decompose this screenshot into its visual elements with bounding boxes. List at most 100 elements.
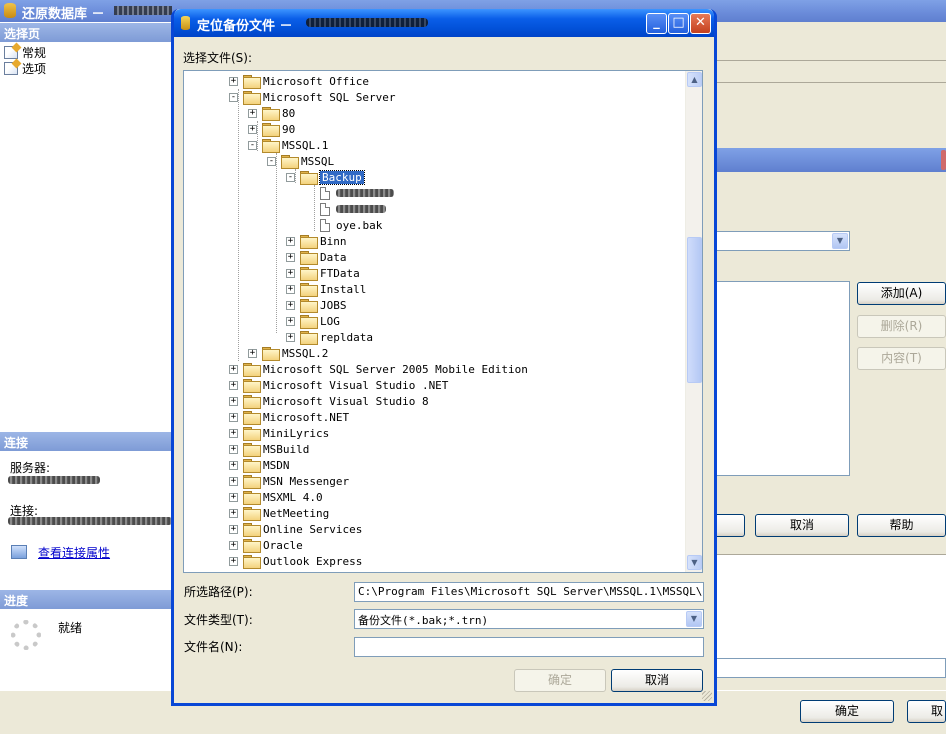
file-tree[interactable]: + Microsoft Office - Microsoft SQL Server +8…	[183, 70, 703, 573]
expand-icon[interactable]: +	[248, 108, 257, 118]
tree-folder-item[interactable]: + MSXML 4.0	[229, 489, 323, 505]
tree-folder-item[interactable]: + Oracle	[229, 537, 303, 553]
background-combo[interactable]: ▼	[716, 231, 850, 251]
tree-folder-item[interactable]: + Microsoft Office	[229, 73, 369, 89]
expand-icon[interactable]: +	[229, 412, 238, 422]
tree-folder-item[interactable]: + Microsoft.NET	[229, 409, 349, 425]
expand-icon[interactable]: +	[286, 316, 295, 326]
remove-button[interactable]: 删除(R)	[857, 315, 946, 338]
tree-item-label: FTData	[320, 266, 360, 280]
scroll-down-icon[interactable]: ▼	[687, 555, 702, 570]
expand-icon[interactable]: +	[229, 76, 238, 86]
expand-icon[interactable]: +	[286, 300, 295, 310]
resize-grip-icon[interactable]	[702, 691, 712, 701]
collapse-icon[interactable]: -	[267, 156, 276, 166]
contents-button[interactable]: 内容(T)	[857, 347, 946, 370]
tree-folder-item[interactable]: + JOBS	[286, 297, 347, 313]
tree-folder-item[interactable]: + MSN Messenger	[229, 473, 349, 489]
tree-file-item[interactable]	[319, 201, 386, 217]
file-name-input[interactable]	[354, 637, 704, 657]
tree-file-item[interactable]: oye.bak	[319, 217, 382, 233]
expand-icon[interactable]: +	[286, 332, 295, 342]
file-type-select[interactable]: 备份文件(*.bak;*.trn) ▼	[354, 609, 704, 629]
ok-button[interactable]: 确定	[514, 669, 606, 692]
expand-icon[interactable]: +	[229, 508, 238, 518]
tree-folder-item[interactable]: - Microsoft SQL Server	[229, 89, 395, 105]
tree-item-label: MSXML 4.0	[263, 490, 323, 504]
folder-icon	[243, 75, 261, 89]
tree-folder-item[interactable]: +90	[248, 121, 295, 137]
background-white-area	[716, 554, 946, 658]
tree-folder-item[interactable]: + Install	[286, 281, 366, 297]
tree-folder-item[interactable]: - MSSQL.1	[248, 137, 328, 153]
tree-folder-item[interactable]: - MSSQL	[267, 153, 334, 169]
tree-folder-item[interactable]: + MSBuild	[229, 441, 309, 457]
expand-icon[interactable]: +	[229, 428, 238, 438]
expand-icon[interactable]: +	[229, 396, 238, 406]
partial-close-icon	[941, 150, 946, 170]
tree-folder-item[interactable]: + MSSQL.2	[248, 345, 328, 361]
tree-folder-item[interactable]: - Backup	[286, 169, 365, 185]
tree-folder-item[interactable]: + Outlook Express	[229, 553, 362, 569]
tree-item-label: JOBS	[320, 298, 347, 312]
tree-folder-item[interactable]: + Microsoft SQL Server 2005 Mobile Editio…	[229, 361, 528, 377]
expand-icon[interactable]: +	[248, 348, 257, 358]
file-name-label: 文件名(N):	[184, 640, 243, 654]
expand-icon[interactable]: +	[229, 364, 238, 374]
tree-folder-item[interactable]: + Microsoft Visual Studio 8	[229, 393, 429, 409]
tree-folder-item[interactable]: + Data	[286, 249, 347, 265]
collapse-icon[interactable]: -	[229, 92, 238, 102]
bottom-cancel-button-partial[interactable]: 取	[907, 700, 946, 723]
tree-folder-item[interactable]: + FTData	[286, 265, 360, 281]
tree-folder-item[interactable]: + Online Services	[229, 521, 362, 537]
tree-folder-item[interactable]: + MiniLyrics	[229, 425, 329, 441]
expand-icon[interactable]: +	[286, 236, 295, 246]
tree-folder-item[interactable]: + NetMeeting	[229, 505, 329, 521]
selected-path-field[interactable]: C:\Program Files\Microsoft SQL Server\MS…	[354, 582, 704, 602]
tree-folder-item[interactable]: + repldata	[286, 329, 373, 345]
backup-device-list[interactable]	[716, 281, 850, 476]
inner-cancel-button[interactable]: 取消	[755, 514, 849, 537]
expand-icon[interactable]: +	[248, 124, 257, 134]
tree-connector-line	[257, 121, 258, 151]
background-input[interactable]	[716, 658, 946, 678]
minimize-icon[interactable]: _	[646, 13, 667, 34]
tree-folder-item[interactable]: + MSDN	[229, 457, 290, 473]
bottom-ok-button[interactable]: 确定	[800, 700, 894, 723]
sidebar-item-general[interactable]: 常规	[4, 45, 46, 60]
cancel-button[interactable]: 取消	[611, 669, 703, 692]
sidebar-item-options[interactable]: 选项	[4, 61, 46, 76]
expand-icon[interactable]: +	[229, 556, 238, 566]
expand-icon[interactable]: +	[229, 460, 238, 470]
folder-icon	[300, 331, 318, 345]
tree-folder-item[interactable]: + LOG	[286, 313, 340, 329]
maximize-icon[interactable]: □	[668, 13, 689, 34]
expand-icon[interactable]: +	[229, 492, 238, 502]
expand-icon[interactable]: +	[229, 540, 238, 550]
folder-icon	[243, 91, 261, 105]
tree-folder-item[interactable]: + Microsoft Visual Studio .NET	[229, 377, 448, 393]
inner-help-button[interactable]: 帮助	[857, 514, 946, 537]
tree-vertical-scrollbar[interactable]: ▲ ▼	[685, 71, 702, 572]
expand-icon[interactable]: +	[229, 444, 238, 454]
scroll-up-icon[interactable]: ▲	[687, 72, 702, 87]
expand-icon[interactable]: +	[286, 252, 295, 262]
folder-icon	[243, 523, 261, 537]
expand-icon[interactable]: +	[229, 476, 238, 486]
scroll-thumb[interactable]	[687, 237, 702, 383]
tree-item-label: repldata	[320, 330, 373, 344]
expand-icon[interactable]: +	[286, 268, 295, 278]
tree-file-item[interactable]	[319, 185, 394, 201]
tree-folder-item[interactable]: + Binn	[286, 233, 347, 249]
view-connection-properties-link[interactable]: 查看连接属性	[38, 544, 110, 561]
dialog-titlebar[interactable]: 定位备份文件 － _ □ ✕	[174, 9, 714, 37]
collapse-icon[interactable]: -	[286, 172, 295, 182]
expand-icon[interactable]: +	[229, 380, 238, 390]
expand-icon[interactable]: +	[229, 524, 238, 534]
add-button[interactable]: 添加(A)	[857, 282, 946, 305]
close-icon[interactable]: ✕	[690, 13, 711, 34]
collapse-icon[interactable]: -	[248, 140, 257, 150]
expand-icon[interactable]: +	[286, 284, 295, 294]
tree-folder-item[interactable]: +80	[248, 105, 295, 121]
server-label: 服务器:	[10, 461, 51, 475]
